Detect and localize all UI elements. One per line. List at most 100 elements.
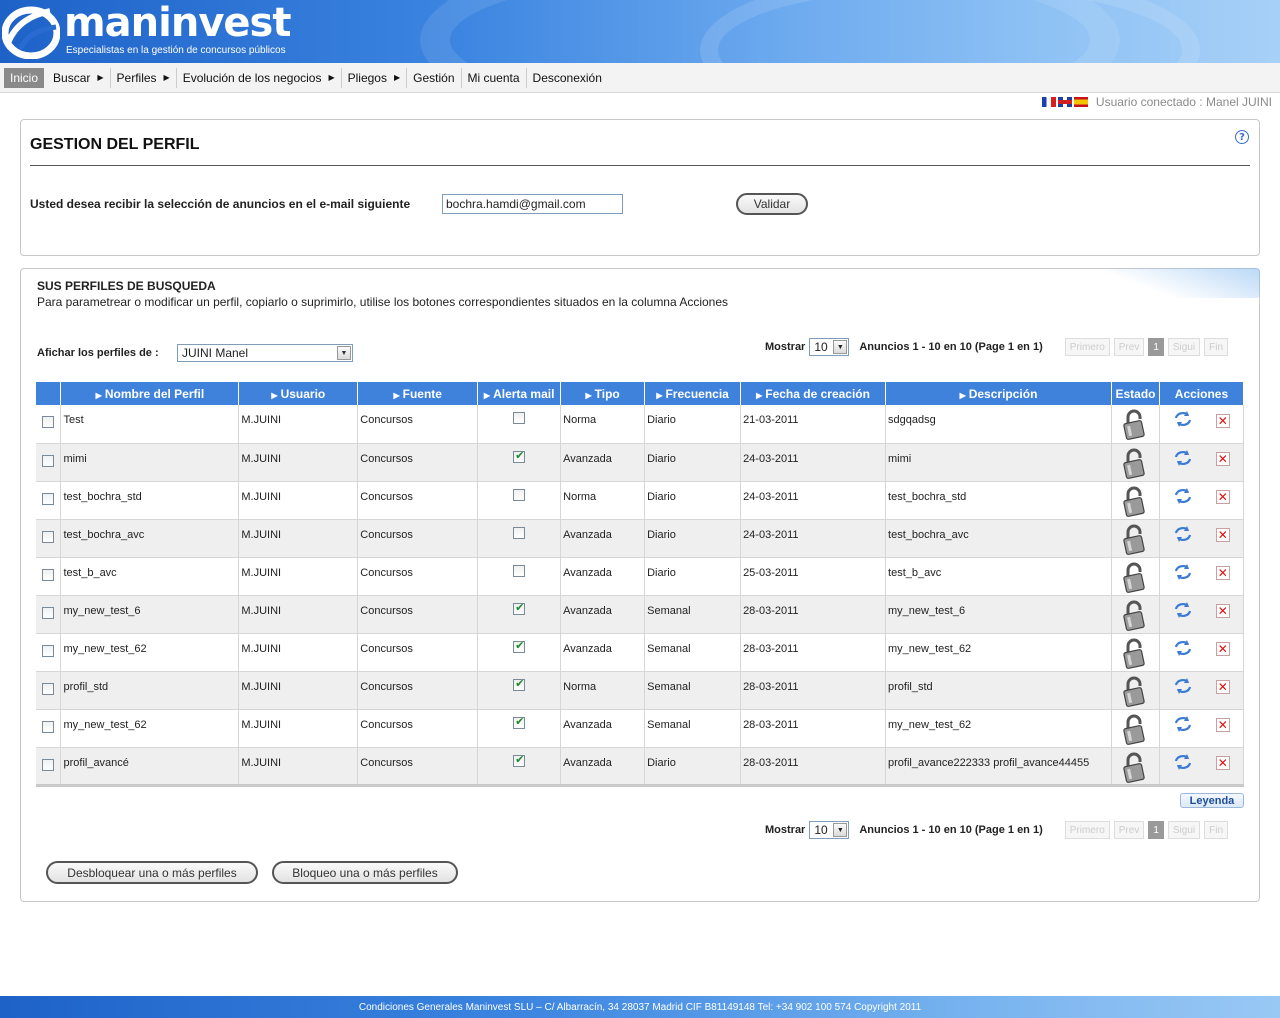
copy-refresh-icon[interactable] — [1173, 487, 1193, 508]
row-select-checkbox[interactable] — [42, 758, 55, 771]
col-frecuencia[interactable]: ▶ Frecuencia — [644, 382, 742, 405]
menu-item-3[interactable]: Evolución de los negocios ▶ — [177, 67, 342, 88]
alerta-mail-checkbox[interactable] — [513, 526, 526, 539]
col-descripcion[interactable]: ▶ Descripción — [885, 382, 1112, 405]
alerta-mail-checkbox[interactable] — [513, 449, 526, 463]
row-select-checkbox[interactable] — [42, 720, 55, 733]
chevron-down-icon[interactable]: ▼ — [833, 823, 848, 837]
row-select-checkbox[interactable] — [42, 606, 55, 619]
menu-item-1[interactable]: Buscar ▶ — [47, 67, 111, 88]
padlock-icon[interactable] — [1114, 524, 1157, 556]
pager-prev-button[interactable]: Prev — [1113, 821, 1145, 839]
menu-item-7[interactable]: Desconexión — [527, 68, 608, 88]
table-row: test_b_avc M.JUINI Concursos Avanzada Diario… — [36, 557, 1245, 596]
chevron-down-icon[interactable]: ▼ — [833, 340, 848, 354]
padlock-icon[interactable] — [1114, 409, 1157, 441]
pager-last-button[interactable]: Fin — [1204, 338, 1229, 356]
delete-icon[interactable]: ✕ — [1215, 642, 1230, 656]
mostrar-select[interactable]: 10 ▼ — [809, 821, 850, 839]
chevron-down-icon[interactable]: ▼ — [337, 346, 351, 360]
row-select-checkbox[interactable] — [42, 454, 55, 467]
lock-profiles-button[interactable]: Bloqueo una o más perfiles — [272, 861, 458, 884]
row-select-checkbox[interactable] — [42, 644, 55, 657]
copy-refresh-icon[interactable] — [1173, 677, 1193, 698]
padlock-icon[interactable] — [1114, 714, 1157, 746]
delete-icon[interactable]: ✕ — [1215, 718, 1230, 732]
pager-first-button[interactable]: Primero — [1064, 338, 1110, 356]
menu-item-0[interactable]: Inicio — [4, 67, 45, 88]
pager-next-button[interactable]: Sigui — [1167, 338, 1201, 356]
flag-uk-icon[interactable] — [1057, 97, 1072, 107]
alerta-mail-checkbox[interactable] — [513, 715, 526, 729]
flag-es-icon[interactable] — [1073, 97, 1088, 107]
pager-last-button[interactable]: Fin — [1204, 821, 1229, 839]
unlock-profiles-button[interactable]: Desbloquear una o más perfiles — [46, 861, 258, 884]
delete-icon[interactable]: ✕ — [1215, 528, 1230, 542]
alerta-mail-checkbox[interactable] — [513, 601, 526, 615]
pager-current-page[interactable]: 1 — [1148, 821, 1164, 839]
padlock-icon[interactable] — [1114, 600, 1157, 632]
col-usuario[interactable]: ▶ Usuario — [238, 382, 359, 405]
col-fuente[interactable]: ▶ Fuente — [357, 382, 479, 405]
padlock-icon[interactable] — [1114, 486, 1157, 518]
alerta-mail-checkbox[interactable] — [513, 677, 526, 691]
validar-button[interactable]: Validar — [736, 193, 808, 215]
cell-nombre: test_bochra_avc — [60, 519, 240, 558]
padlock-icon[interactable] — [1114, 448, 1157, 480]
menu-item-4[interactable]: Pliegos ▶ — [342, 67, 408, 88]
row-select-checkbox[interactable] — [42, 416, 55, 428]
delete-icon[interactable]: ✕ — [1215, 566, 1230, 580]
copy-refresh-icon[interactable] — [1173, 715, 1193, 736]
row-select-checkbox[interactable] — [42, 682, 55, 695]
pager-next-button[interactable]: Sigui — [1167, 821, 1201, 839]
logo-icon[interactable] — [2, 3, 60, 59]
copy-refresh-icon[interactable] — [1173, 753, 1193, 774]
delete-icon[interactable]: ✕ — [1215, 756, 1230, 770]
copy-refresh-icon[interactable] — [1173, 601, 1193, 622]
submenu-arrow-icon: ▶ — [328, 73, 335, 82]
delete-icon[interactable]: ✕ — [1215, 490, 1230, 504]
alerta-mail-checkbox[interactable] — [513, 564, 526, 577]
row-select-cell — [36, 443, 62, 482]
pager-current-page[interactable]: 1 — [1148, 338, 1164, 356]
menu-item-5[interactable]: Gestión — [407, 67, 462, 88]
alerta-mail-checkbox[interactable] — [513, 753, 526, 767]
copy-refresh-icon[interactable] — [1173, 410, 1193, 431]
delete-icon[interactable]: ✕ — [1215, 604, 1230, 618]
row-select-checkbox[interactable] — [42, 530, 55, 543]
copy-refresh-icon[interactable] — [1173, 449, 1193, 470]
pager-prev-button[interactable]: Prev — [1113, 338, 1145, 356]
flag-fr-icon[interactable] — [1041, 97, 1056, 107]
padlock-icon[interactable] — [1114, 638, 1157, 670]
delete-icon[interactable]: ✕ — [1215, 680, 1230, 694]
col-nombre[interactable]: ▶ Nombre del Perfil — [60, 382, 240, 405]
cell-alerta — [477, 443, 562, 482]
delete-icon[interactable]: ✕ — [1215, 452, 1230, 466]
row-select-checkbox[interactable] — [42, 568, 55, 581]
alerta-mail-checkbox[interactable] — [513, 412, 526, 424]
copy-refresh-icon[interactable] — [1173, 563, 1193, 584]
mostrar-select[interactable]: 10 ▼ — [809, 338, 850, 356]
col-alerta[interactable]: ▶ Alerta mail — [477, 382, 562, 405]
afichar-select[interactable]: JUINI Manel ▼ — [177, 344, 353, 362]
cell-descripcion: sdgqadsg — [885, 405, 1112, 444]
padlock-icon[interactable] — [1114, 676, 1157, 708]
leyenda-button[interactable]: Leyenda — [1180, 793, 1244, 808]
row-select-checkbox[interactable] — [42, 492, 55, 505]
alerta-mail-checkbox[interactable] — [513, 639, 526, 653]
col-tipo[interactable]: ▶ Tipo — [560, 382, 646, 405]
help-icon[interactable]: ? — [1235, 130, 1249, 144]
col-fecha[interactable]: ▶ Fecha de creación — [740, 382, 887, 405]
menu-item-2[interactable]: Perfiles ▶ — [111, 67, 177, 88]
padlock-icon[interactable] — [1114, 562, 1157, 594]
footer-text[interactable]: Condiciones Generales Maninvest SLU – C/… — [359, 1002, 921, 1013]
alerta-mail-checkbox[interactable] — [513, 488, 526, 501]
padlock-icon[interactable] — [1114, 752, 1157, 784]
brand-name[interactable]: maninvest — [64, 0, 291, 46]
email-input[interactable] — [442, 194, 623, 214]
menu-item-6[interactable]: Mi cuenta — [462, 67, 527, 88]
copy-refresh-icon[interactable] — [1173, 525, 1193, 546]
copy-refresh-icon[interactable] — [1173, 639, 1193, 660]
pager-first-button[interactable]: Primero — [1064, 821, 1110, 839]
delete-icon[interactable]: ✕ — [1215, 413, 1230, 428]
